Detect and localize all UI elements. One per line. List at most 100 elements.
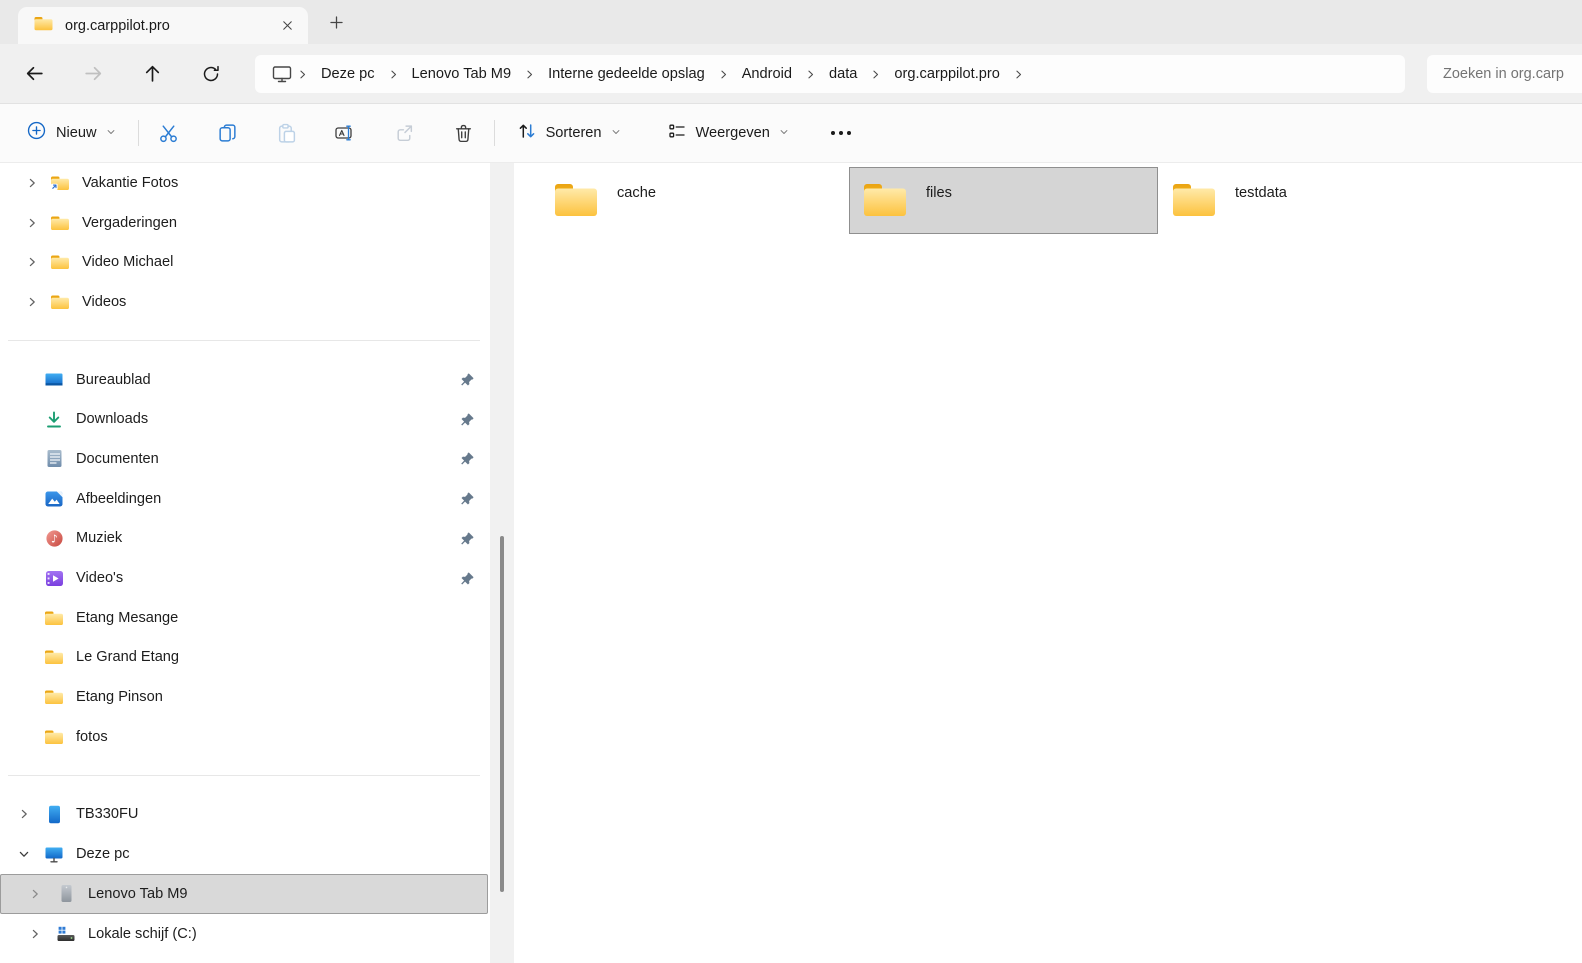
paste-icon: [276, 123, 297, 144]
cut-icon: [158, 123, 179, 144]
tablet-icon: [55, 884, 77, 903]
up-button[interactable]: [130, 56, 174, 92]
chevron-right-icon[interactable]: [868, 69, 883, 80]
sidebar-scrollbar[interactable]: [490, 163, 514, 963]
pin-icon[interactable]: [460, 571, 475, 586]
breadcrumb-item[interactable]: Deze pc: [310, 66, 386, 82]
sidebar-item-downloads[interactable]: Downloads: [0, 399, 488, 439]
breadcrumb-item[interactable]: Android: [731, 66, 803, 82]
file-list: cache files testdata: [514, 163, 1582, 963]
folder-icon: [862, 181, 908, 233]
folder-icon: [43, 729, 65, 745]
file-name: files: [926, 185, 952, 233]
chevron-right-icon[interactable]: [522, 69, 537, 80]
chevron-right-icon[interactable]: [295, 69, 310, 80]
chevron-right-icon[interactable]: [1011, 69, 1026, 80]
chevron-right-icon[interactable]: [25, 296, 39, 308]
view-button[interactable]: Weergeven: [655, 113, 801, 153]
chevron-right-icon[interactable]: [25, 217, 39, 229]
scrollbar-thumb[interactable]: [500, 536, 504, 892]
search-input[interactable]: Zoeken in org.carp: [1427, 55, 1582, 93]
pin-icon[interactable]: [460, 372, 475, 387]
chevron-right-icon[interactable]: [803, 69, 818, 80]
sidebar-item-deze-pc[interactable]: Deze pc: [0, 834, 488, 874]
copy-button[interactable]: [198, 113, 257, 153]
pin-icon[interactable]: [460, 451, 475, 466]
chevron-down-icon[interactable]: [17, 848, 31, 860]
sidebar-item-le-grand-etang[interactable]: Le Grand Etang: [0, 638, 488, 678]
chevron-right-icon[interactable]: [17, 808, 31, 820]
address-bar[interactable]: Deze pc Lenovo Tab M9 Interne gedeelde o…: [255, 55, 1405, 93]
more-button[interactable]: [819, 113, 863, 153]
sidebar-item-label: Muziek: [76, 530, 122, 546]
sidebar-item-lokale-schijf-c[interactable]: Lokale schijf (C:): [0, 914, 488, 954]
downloads-icon: [43, 410, 65, 429]
paste-button: [257, 113, 316, 153]
svg-text:♪: ♪: [51, 532, 58, 545]
breadcrumb-item[interactable]: Lenovo Tab M9: [401, 66, 523, 82]
sidebar-item-lenovo-tab-m9[interactable]: Lenovo Tab M9: [0, 874, 488, 914]
documents-icon: [43, 449, 65, 468]
sidebar-item-vergaderingen[interactable]: Vergaderingen: [0, 203, 488, 243]
tab-title: org.carppilot.pro: [65, 18, 274, 34]
file-name: testdata: [1235, 185, 1287, 233]
sidebar-item-muziek[interactable]: ♪ Muziek: [0, 519, 488, 559]
tab-org-carppilot-pro[interactable]: org.carppilot.pro: [18, 7, 308, 44]
file-tile-files[interactable]: files: [849, 167, 1158, 234]
pin-icon[interactable]: [460, 412, 475, 427]
chevron-right-icon[interactable]: [28, 928, 42, 940]
folder-icon: [43, 610, 65, 626]
sidebar-item-label: Lenovo Tab M9: [88, 886, 188, 902]
pin-icon[interactable]: [460, 491, 475, 506]
main-area: Vakantie Fotos Vergaderingen Video Micha…: [0, 163, 1582, 963]
chevron-down-icon: [106, 124, 116, 142]
file-tile-cache[interactable]: cache: [540, 167, 849, 234]
search-placeholder: Zoeken in org.carp: [1443, 66, 1564, 82]
breadcrumb-item[interactable]: data: [818, 66, 868, 82]
chevron-right-icon[interactable]: [25, 256, 39, 268]
close-icon[interactable]: [274, 13, 300, 39]
sidebar-item-label: Deze pc: [76, 846, 130, 862]
new-tab-button[interactable]: [322, 11, 350, 39]
rename-button[interactable]: [316, 113, 375, 153]
plus-circle-icon: [26, 120, 47, 146]
sidebar-item-documenten[interactable]: Documenten: [0, 439, 488, 479]
chevron-right-icon[interactable]: [28, 888, 42, 900]
delete-icon: [453, 123, 474, 144]
sidebar-item-vakantie-fotos[interactable]: Vakantie Fotos: [0, 163, 488, 203]
sidebar-item-video-michael[interactable]: Video Michael: [0, 242, 488, 282]
sidebar-item-bureaublad[interactable]: Bureaublad: [0, 360, 488, 400]
view-icon: [667, 121, 687, 145]
sidebar-item-afbeeldingen[interactable]: Afbeeldingen: [0, 479, 488, 519]
sidebar-item-tb330fu[interactable]: TB330FU: [0, 795, 488, 835]
breadcrumb-item[interactable]: Interne gedeelde opslag: [537, 66, 716, 82]
share-button: [375, 113, 434, 153]
sidebar-item-etang-mesange[interactable]: Etang Mesange: [0, 598, 488, 638]
tab-bar: org.carppilot.pro: [0, 0, 1582, 44]
sidebar-item-fotos[interactable]: fotos: [0, 717, 488, 757]
chevron-right-icon[interactable]: [716, 69, 731, 80]
sort-button[interactable]: Sorteren: [505, 113, 633, 153]
sidebar-item-videos[interactable]: Videos: [0, 282, 488, 322]
sidebar-item-etang-pinson[interactable]: Etang Pinson: [0, 677, 488, 717]
desktop-icon: [43, 371, 65, 389]
back-button[interactable]: [12, 56, 56, 92]
refresh-icon: [201, 64, 221, 84]
file-tile-testdata[interactable]: testdata: [1158, 167, 1467, 234]
sidebar-item-videos-library[interactable]: Video's: [0, 558, 488, 598]
cut-button[interactable]: [139, 113, 198, 153]
new-button[interactable]: Nieuw: [16, 112, 126, 154]
arrow-back-icon: [24, 63, 45, 84]
sidebar-item-label: Vergaderingen: [82, 215, 177, 231]
pin-icon[interactable]: [460, 531, 475, 546]
chevron-right-icon[interactable]: [386, 69, 401, 80]
chevron-right-icon[interactable]: [25, 177, 39, 189]
this-pc-icon: [43, 845, 65, 863]
phone-icon: [43, 805, 65, 824]
forward-button: [71, 56, 115, 92]
arrow-up-icon: [142, 63, 163, 84]
delete-button[interactable]: [434, 113, 493, 153]
breadcrumb-item[interactable]: org.carppilot.pro: [883, 66, 1010, 82]
refresh-button[interactable]: [189, 56, 233, 92]
monitor-icon: [269, 64, 295, 84]
